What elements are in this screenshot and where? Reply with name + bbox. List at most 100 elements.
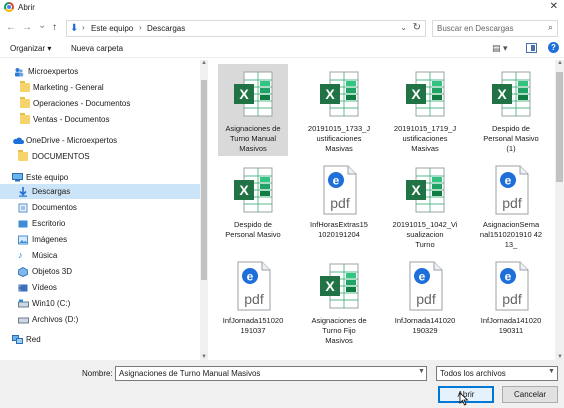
cancel-button[interactable]: Cancelar — [502, 386, 558, 403]
music-icon: ♪ — [18, 250, 23, 260]
refresh-icon[interactable]: ↻ — [413, 22, 421, 33]
address-bar[interactable]: ⬇ › Este equipo › Descargas ⌄ ↻ — [66, 20, 426, 37]
file-item-partial[interactable] — [390, 352, 460, 360]
sidebar-item-escritorio[interactable]: Escritorio — [0, 216, 200, 231]
sidebar-item-label: Red — [26, 335, 41, 344]
sidebar-item-label: Música — [32, 251, 58, 260]
svg-text:e: e — [419, 270, 426, 284]
excel-file-icon: X — [404, 68, 446, 120]
file-name-label: Nombre: — [82, 369, 113, 378]
pdf-file-icon: e pdf — [318, 164, 360, 216]
file-name-input[interactable]: Asignaciones de Turno Manual Masivos — [115, 366, 427, 381]
file-item[interactable]: X Despido de Personal Masivo — [218, 160, 288, 252]
sidebar-item-label: Escritorio — [32, 219, 66, 228]
sidebar-item-win10-c[interactable]: Win10 (C:) — [0, 296, 200, 311]
scroll-up-icon[interactable]: ▲ — [557, 60, 563, 66]
help-icon[interactable]: ? — [548, 42, 559, 53]
file-item[interactable]: e pdf InfJornada141020 190329 — [390, 256, 460, 348]
sidebar-item-red[interactable]: Red — [0, 332, 200, 347]
videos-icon — [18, 283, 28, 292]
pdf-file-icon: e pdf — [490, 260, 532, 312]
sidebar-item-archivos-d[interactable]: Archivos (D:) — [0, 312, 200, 327]
svg-text:pdf: pdf — [416, 291, 436, 307]
pdf-file-icon: e pdf — [232, 260, 274, 312]
file-name: 20191015_1042_Vi sualizacion Turno — [392, 220, 458, 249]
search-box[interactable]: Buscar en Descargas ⌕ — [432, 20, 558, 37]
svg-text:pdf: pdf — [502, 195, 522, 211]
sidebar-item-este-equipo[interactable]: Este equipo — [0, 170, 200, 185]
file-item[interactable]: X Despido de Personal Masivo (1) — [476, 64, 546, 156]
file-name-dropdown-icon[interactable]: ▼ — [418, 368, 425, 375]
sidebar-item-documentos[interactable]: Documentos — [0, 200, 200, 215]
file-item-partial[interactable] — [304, 352, 374, 360]
up-arrow-icon[interactable]: ↑ — [52, 22, 57, 33]
svg-text:pdf: pdf — [502, 291, 522, 307]
people-icon — [14, 67, 24, 77]
window-title: Abrir — [18, 3, 35, 12]
back-arrow-icon[interactable]: ← — [6, 22, 16, 33]
file-item[interactable]: X 20191015_1719_J ustificaciones Masivas — [390, 64, 460, 156]
sidebar-item-imagenes[interactable]: Imágenes — [0, 232, 200, 247]
file-item[interactable]: X 20191015_1733_J ustificaciones Masivas — [304, 64, 374, 156]
sidebar-item-label: OneDrive - Microexpertos — [26, 136, 118, 145]
file-item-partial[interactable] — [218, 352, 288, 360]
recent-locations-chevron-icon[interactable]: ⌄ — [38, 20, 46, 31]
sidebar-item-documentos-onedrive[interactable]: DOCUMENTOS — [0, 149, 200, 164]
file-item[interactable]: e pdf AsignacionSema nal1510201910 42 13_ — [476, 160, 546, 252]
sidebar-item-musica[interactable]: ♪ Música — [0, 248, 200, 263]
title-bar: Abrir ✕ — [0, 0, 564, 14]
close-icon[interactable]: ✕ — [550, 1, 558, 12]
file-item[interactable]: X Asignaciones de Turno Manual Masivos — [218, 64, 288, 156]
search-icon[interactable]: ⌕ — [548, 22, 553, 33]
sidebar-item-label: Objetos 3D — [32, 267, 73, 276]
sidebar-item-ventas-documentos[interactable]: Ventas - Documentos — [0, 112, 200, 127]
sidebar-item-objetos-3d[interactable]: Objetos 3D — [0, 264, 200, 279]
computer-icon — [12, 173, 23, 182]
folder-icon — [18, 150, 28, 161]
new-folder-button[interactable]: Nueva carpeta — [71, 44, 123, 53]
address-dropdown-icon[interactable]: ⌄ — [400, 23, 407, 32]
svg-text:X: X — [325, 86, 335, 102]
file-list-scrollbar[interactable]: ▲ ▼ — [555, 60, 564, 360]
sidebar-item-label: Ventas - Documentos — [33, 115, 110, 124]
navigation-pane: Microexpertos Marketing - General Operac… — [0, 60, 208, 360]
sidebar-scrollbar[interactable]: ▲ ▼ — [200, 60, 208, 360]
scroll-up-icon[interactable]: ▲ — [201, 60, 207, 66]
cloud-icon — [12, 136, 24, 145]
svg-text:X: X — [411, 86, 421, 102]
dialog-footer: Nombre: Asignaciones de Turno Manual Mas… — [0, 360, 564, 408]
sidebar-item-onedrive[interactable]: OneDrive - Microexpertos — [0, 133, 200, 148]
file-item[interactable]: e pdf InfHorasExtras15 1020191204 — [304, 160, 374, 252]
sidebar-item-operaciones-documentos[interactable]: Operaciones - Documentos — [0, 96, 200, 111]
svg-text:e: e — [333, 174, 340, 188]
preview-pane-icon[interactable] — [526, 43, 537, 53]
excel-file-icon: X — [232, 164, 274, 216]
file-item[interactable]: e pdf InfJornada141020 190311 — [476, 256, 546, 348]
svg-text:e: e — [247, 270, 254, 284]
file-name: Despido de Personal Masivo — [225, 220, 281, 239]
sidebar-item-descargas[interactable]: Descargas — [0, 184, 200, 199]
file-item[interactable]: e pdf InfJornada151020 191037 — [218, 256, 288, 348]
sidebar-item-marketing-general[interactable]: Marketing - General — [0, 80, 200, 95]
file-type-select[interactable]: Todos los archivos — [436, 366, 558, 381]
file-name: 20191015_1719_J ustificaciones Masivas — [393, 124, 457, 153]
change-view-icon[interactable]: ▤ ▾ — [492, 43, 508, 54]
file-type-dropdown-icon[interactable]: ▼ — [548, 368, 555, 375]
sidebar-item-microexpertos[interactable]: Microexpertos — [0, 64, 200, 79]
file-list-scroll-thumb[interactable] — [556, 72, 563, 182]
sidebar-scroll-thumb[interactable] — [201, 80, 207, 280]
forward-arrow-icon[interactable]: → — [22, 22, 32, 33]
svg-text:pdf: pdf — [330, 195, 350, 211]
file-item-partial[interactable] — [476, 352, 546, 360]
breadcrumb-descargas[interactable]: Descargas — [147, 24, 185, 33]
sidebar-item-label: Vídeos — [32, 283, 57, 292]
sidebar-item-label: Imágenes — [32, 235, 68, 244]
file-item[interactable]: X 20191015_1042_Vi sualizacion Turno — [390, 160, 460, 252]
sidebar-item-label: Descargas — [32, 187, 71, 196]
organize-button[interactable]: Organizar ▾ — [10, 44, 51, 53]
sidebar-item-videos[interactable]: Vídeos — [0, 280, 200, 295]
objects3d-icon — [18, 267, 28, 277]
svg-text:X: X — [497, 86, 507, 102]
file-item[interactable]: X Asignaciones de Turno Fijo Masivos — [304, 256, 374, 348]
breadcrumb-este-equipo[interactable]: Este equipo — [91, 24, 133, 33]
